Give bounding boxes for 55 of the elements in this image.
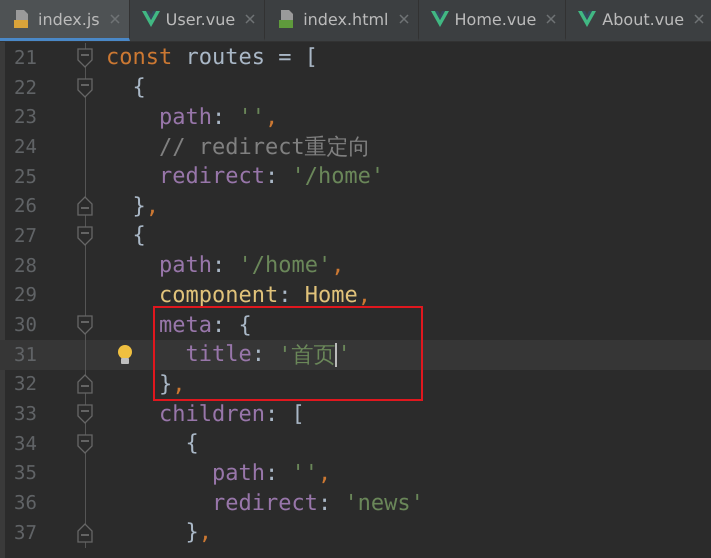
line-number: 29 xyxy=(13,284,38,306)
code-line: redirect: '/home' xyxy=(158,163,384,192)
line-number: 21 xyxy=(13,46,38,69)
code-line: { xyxy=(185,430,199,458)
fold-marker-icon[interactable] xyxy=(77,226,93,246)
file-tab[interactable]: index.html xyxy=(265,0,418,41)
line-number: 26 xyxy=(13,195,38,218)
code-line: { xyxy=(132,74,146,102)
fold-marker-icon[interactable] xyxy=(77,404,93,424)
line-number: 36 xyxy=(13,492,38,514)
fold-marker-icon[interactable] xyxy=(77,522,93,543)
fold-marker-icon[interactable] xyxy=(77,434,93,454)
code-line: path: '/home', xyxy=(158,252,344,280)
close-icon[interactable] xyxy=(245,14,256,24)
code-line: path: '', xyxy=(158,104,278,132)
line-number: 37 xyxy=(13,522,38,544)
close-icon[interactable] xyxy=(398,14,408,24)
line-number: 32 xyxy=(13,373,38,396)
line-number: 34 xyxy=(13,432,38,455)
file-tab[interactable]: About.vue xyxy=(566,0,711,41)
file-tab[interactable]: User.vue xyxy=(130,0,266,41)
code-line: redirect: 'news' xyxy=(212,490,424,518)
code-line: children: [ xyxy=(158,400,305,429)
line-number: 30 xyxy=(13,314,38,336)
line-number: 22 xyxy=(13,76,38,99)
vue-logo-icon xyxy=(430,11,448,27)
fold-marker-icon[interactable] xyxy=(77,196,93,216)
code-line: component: Home, xyxy=(158,282,371,310)
line-number: 27 xyxy=(13,224,38,247)
fold-marker-icon[interactable] xyxy=(77,48,93,68)
code-line: meta: { xyxy=(158,312,252,340)
vue-logo-icon xyxy=(578,11,596,27)
close-icon[interactable] xyxy=(694,14,704,24)
fold-marker-icon[interactable] xyxy=(77,78,93,98)
code-line: title: '首页' xyxy=(185,341,351,370)
vue-logo-icon xyxy=(142,11,160,27)
line-number: 35 xyxy=(13,462,38,484)
fold-marker-icon[interactable] xyxy=(77,374,93,394)
line-number: 23 xyxy=(13,106,38,128)
line-number: 25 xyxy=(13,166,38,188)
code-line: }, xyxy=(132,192,159,221)
lightbulb-icon[interactable] xyxy=(116,344,134,366)
code-line: }, xyxy=(158,370,186,399)
file-tab[interactable]: Home.vue xyxy=(418,0,566,41)
code-line: // redirect重定向 xyxy=(158,134,371,162)
line-number: 24 xyxy=(13,136,38,158)
close-icon[interactable] xyxy=(546,14,556,24)
code-line: const routes = [ xyxy=(106,44,318,72)
code-line: }, xyxy=(185,519,212,548)
line-number: 33 xyxy=(13,403,38,426)
file-tab[interactable]: index.js xyxy=(0,0,130,41)
code-line: path: '', xyxy=(212,460,332,488)
code-line: { xyxy=(132,222,146,250)
line-number: 28 xyxy=(13,254,38,277)
fold-marker-icon[interactable] xyxy=(77,315,93,336)
